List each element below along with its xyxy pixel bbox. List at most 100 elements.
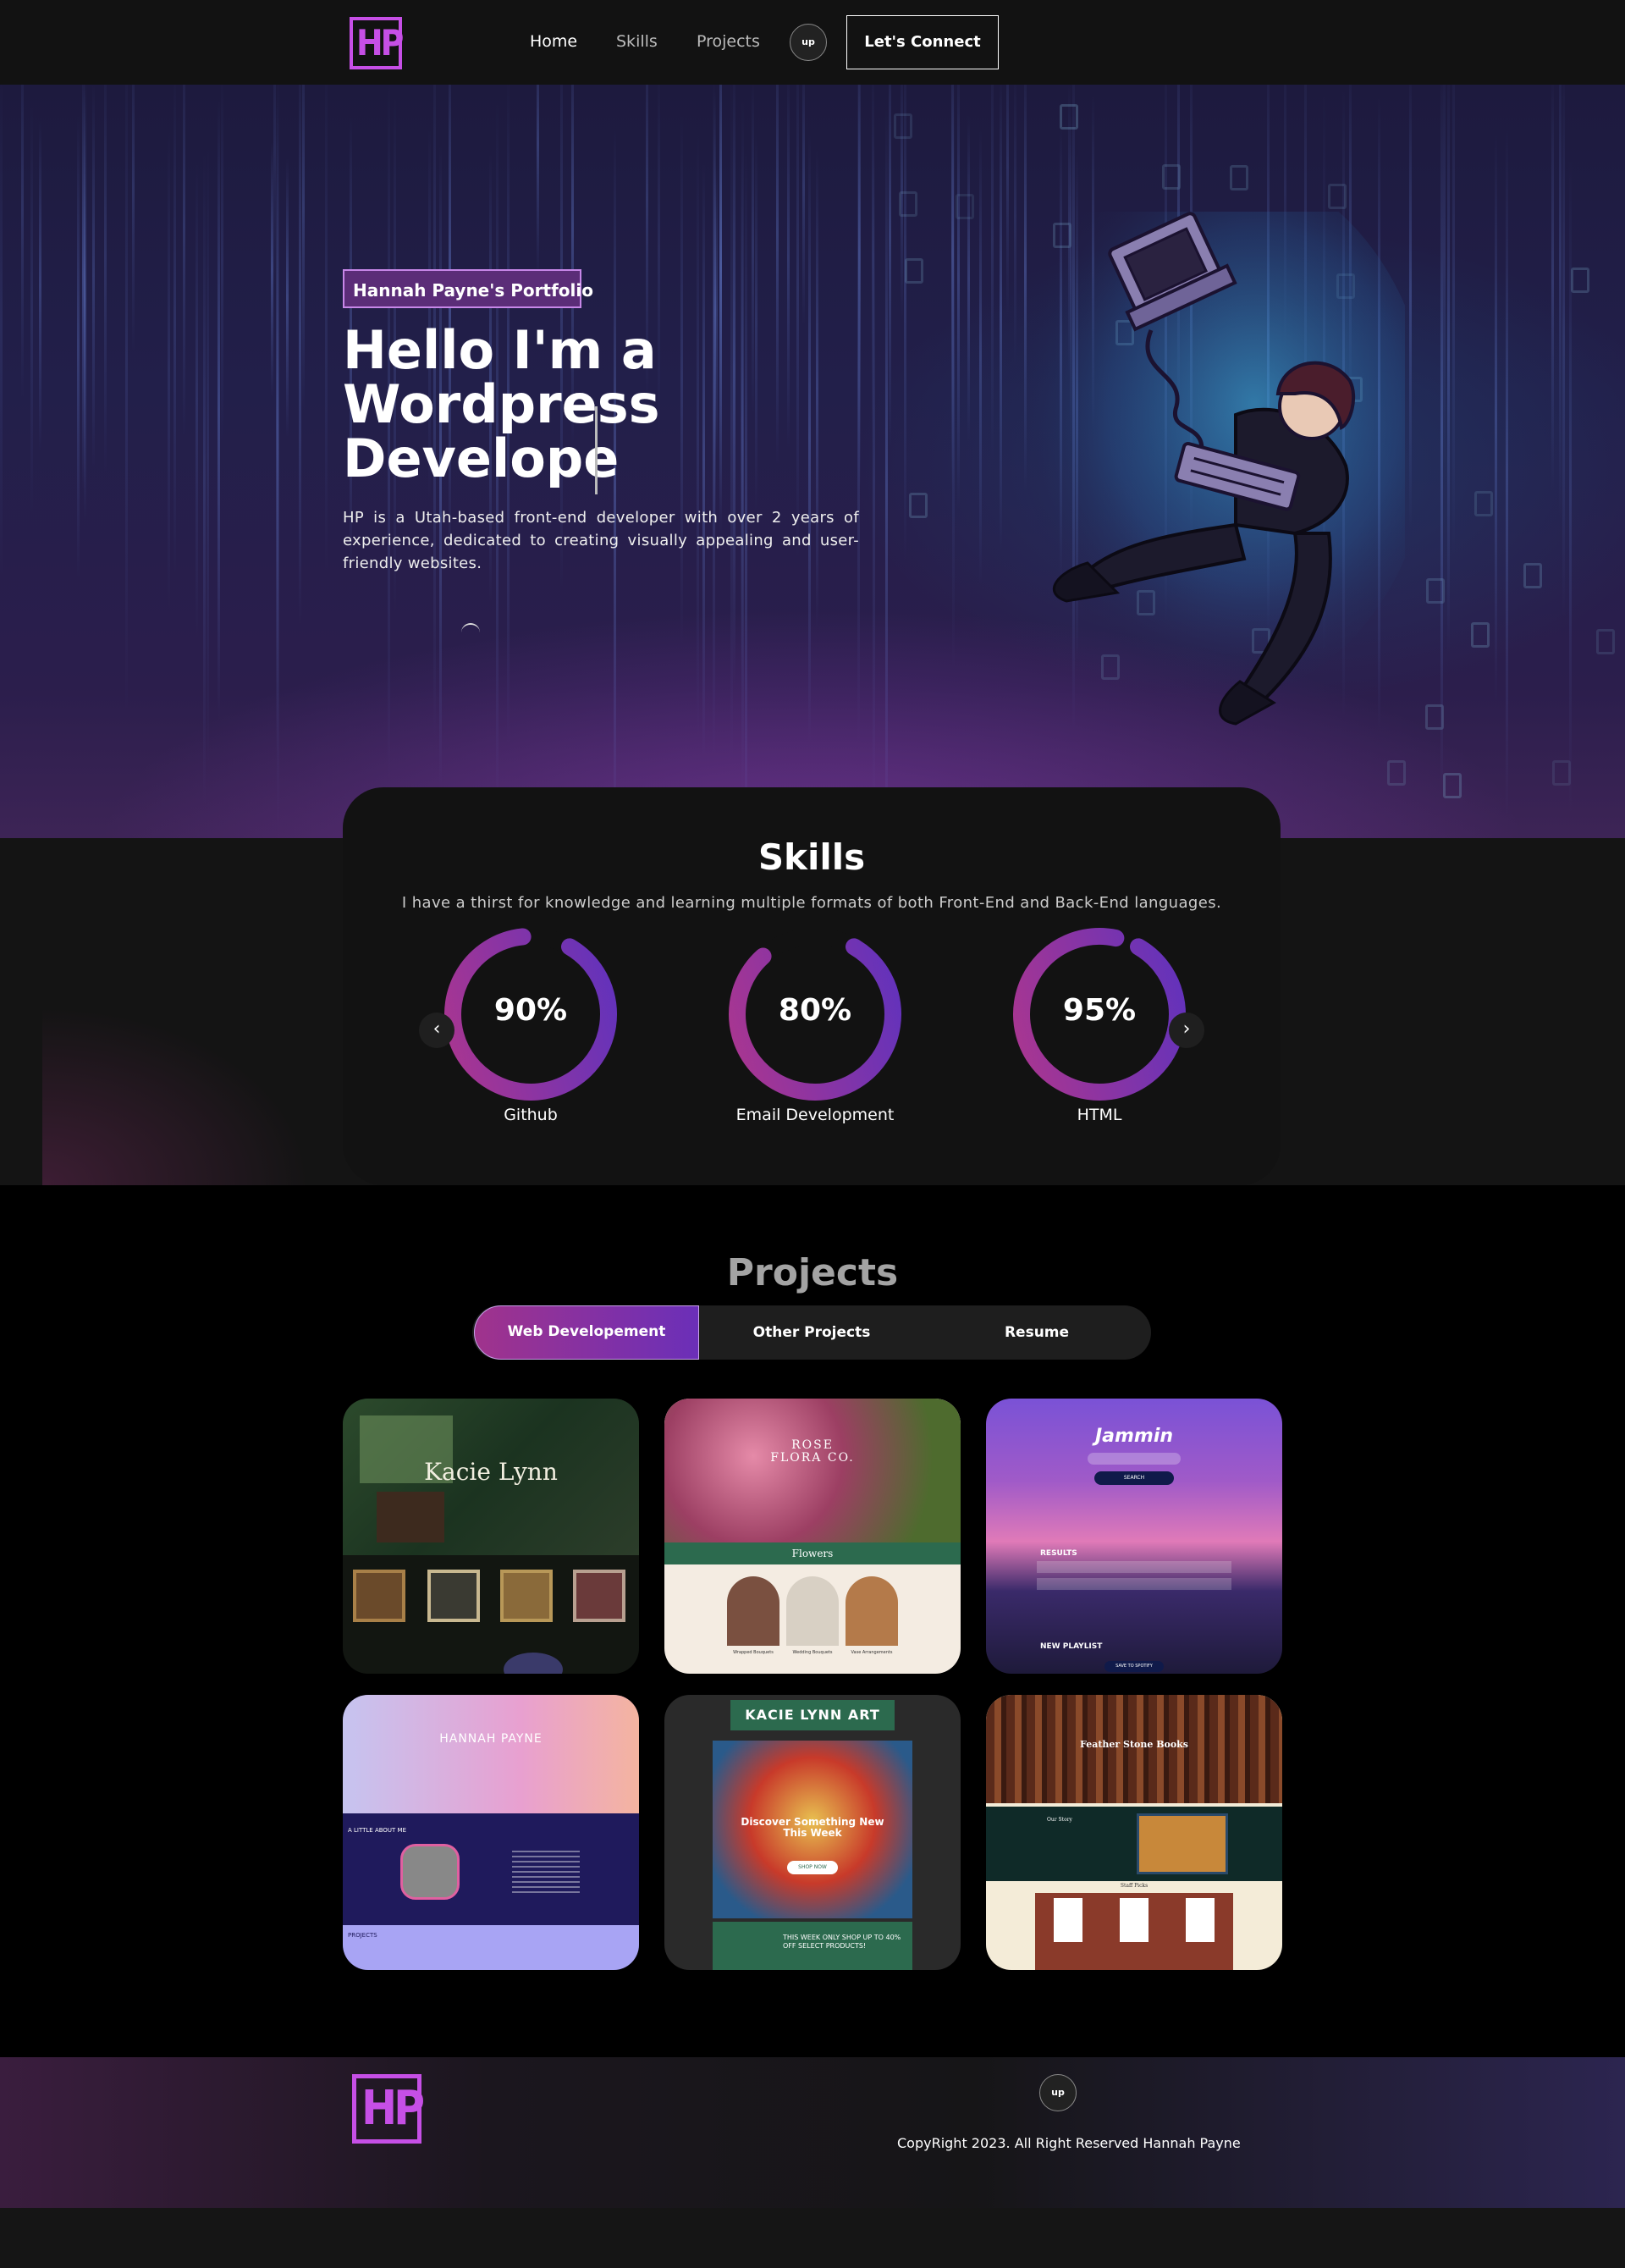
matrix-streak — [82, 85, 85, 491]
matrix-glyph — [1474, 491, 1493, 516]
thumb-product-image — [786, 1576, 839, 1646]
thumb-art-frame — [353, 1570, 405, 1622]
thumb-headline: Discover Something New This Week — [741, 1816, 884, 1839]
matrix-streak — [1452, 85, 1455, 557]
matrix-streak — [77, 115, 80, 578]
thumb-shop-button: SHOP NOW — [787, 1861, 838, 1874]
thumb-result-row — [1037, 1561, 1231, 1573]
matrix-streak — [1447, 85, 1450, 655]
hp-logo[interactable]: HP — [350, 17, 404, 69]
matrix-streak — [1569, 157, 1572, 817]
nav-skills-link[interactable]: Skills — [616, 32, 658, 51]
matrix-streak — [1495, 134, 1497, 702]
skill-percent: 80% — [778, 993, 852, 1028]
matrix-glyph — [894, 113, 912, 139]
thumb-story-section — [986, 1807, 1282, 1881]
projects-title: Projects — [726, 1251, 899, 1294]
matrix-streak — [286, 158, 289, 438]
matrix-glyph — [1571, 268, 1589, 293]
matrix-glyph — [1596, 629, 1615, 654]
thumb-art-frame — [427, 1570, 480, 1622]
matrix-streak — [21, 85, 24, 399]
lets-connect-button[interactable]: Let's Connect — [846, 15, 999, 69]
tab-resume[interactable]: Resume — [924, 1305, 1149, 1360]
hero-heading-line: Hello I'm a — [343, 319, 657, 381]
carousel-prev-button[interactable]: ‹ — [419, 1013, 454, 1048]
scroll-up-button[interactable]: up — [790, 24, 827, 61]
thumb-title: ROSE FLORA CO. — [770, 1438, 855, 1465]
typing-cursor — [595, 406, 598, 494]
project-thumb-rose-flora[interactable]: ROSE FLORA CO. Flowers Wrapped Bouquets … — [664, 1399, 961, 1674]
footer: HP up CopyRight 2023. All Right Reserved… — [0, 2057, 1625, 2208]
project-thumb-jammin[interactable]: Jammin SEARCH RESULTS NEW PLAYLIST SAVE … — [986, 1399, 1282, 1674]
skill-ring-github: 90% — [442, 925, 620, 1103]
logo-text: HP — [356, 22, 404, 63]
matrix-streak — [302, 85, 305, 412]
thumb-hero-image — [664, 1399, 961, 1542]
thumb-playlist-label: NEW PLAYLIST — [1040, 1642, 1103, 1651]
thumb-search-button: SEARCH — [1094, 1471, 1174, 1485]
matrix-streak — [276, 97, 278, 754]
matrix-streak — [872, 85, 874, 454]
matrix-glyph — [1230, 165, 1248, 190]
matrix-streak — [183, 85, 185, 437]
thumb-projects-strip — [343, 1925, 639, 1970]
matrix-streak — [207, 144, 209, 768]
skill-ring-email-development: 80% — [726, 925, 904, 1103]
matrix-streak — [325, 85, 328, 574]
carousel-next-button[interactable]: › — [1169, 1013, 1204, 1048]
matrix-glyph — [1523, 563, 1542, 588]
matrix-streak — [132, 85, 135, 351]
portfolio-badge: Hannah Payne's Portfolio — [343, 269, 593, 308]
matrix-glyph — [1552, 760, 1571, 786]
matrix-streak — [1562, 85, 1565, 619]
thumb-profile-photo — [400, 1844, 460, 1900]
matrix-glyph — [905, 258, 923, 284]
project-thumb-kacie-lynn[interactable]: Kacie Lynn — [343, 1399, 639, 1674]
nav-home-link[interactable]: Home — [530, 32, 577, 51]
thumb-result-row — [1037, 1578, 1231, 1590]
matrix-glyph — [1387, 760, 1406, 786]
project-thumb-kacie-lynn-art[interactable]: KACIE LYNN ART Discover Something New Th… — [664, 1695, 961, 1970]
matrix-glyph — [899, 191, 917, 217]
tab-web-development[interactable]: Web Developement — [474, 1305, 699, 1360]
footer-scroll-up-button[interactable]: up — [1039, 2074, 1077, 2111]
thumb-story-label: Our Story — [1047, 1817, 1072, 1823]
thumb-section-label: Flowers — [664, 1542, 961, 1564]
matrix-streak — [203, 152, 206, 808]
matrix-streak — [196, 162, 198, 641]
thumb-title: Feather Stone Books — [1079, 1739, 1188, 1750]
thumb-hero-image — [343, 1695, 639, 1813]
nav-projects-link[interactable]: Projects — [697, 32, 760, 51]
scroll-indicator-icon[interactable] — [461, 623, 480, 642]
matrix-streak — [299, 85, 301, 626]
matrix-streak — [745, 150, 747, 838]
matrix-streak — [889, 85, 891, 447]
matrix-glyph — [909, 493, 928, 518]
skill-percent: 90% — [493, 993, 568, 1028]
thumb-storefront-image — [1137, 1813, 1228, 1874]
matrix-streak — [1559, 85, 1562, 521]
thumb-projects-label: PROJECTS — [348, 1932, 377, 1939]
matrix-streak — [221, 85, 223, 444]
matrix-streak — [857, 85, 860, 747]
project-thumb-hannah-payne[interactable]: HANNAH PAYNE A LITTLE ABOUT ME PROJECTS — [343, 1695, 639, 1970]
matrix-streak — [125, 85, 128, 715]
matrix-glyph — [1426, 578, 1445, 604]
project-thumb-feather-stone-books[interactable]: Feather Stone Books Our Story Staff Pick… — [986, 1695, 1282, 1970]
developer-illustration — [990, 212, 1405, 726]
thumb-title: HANNAH PAYNE — [439, 1732, 543, 1746]
thumb-product-image — [727, 1576, 779, 1646]
footer-hp-logo[interactable]: HP — [352, 2074, 425, 2144]
tab-other-projects[interactable]: Other Projects — [699, 1305, 924, 1360]
thumb-product-image — [846, 1576, 898, 1646]
matrix-streak — [537, 85, 539, 278]
skill-label: Email Development — [735, 1106, 895, 1124]
projects-tabs: Web Developement Other Projects Resume — [472, 1305, 1151, 1360]
thumb-results-label: RESULTS — [1040, 1549, 1077, 1558]
matrix-glyph — [1162, 164, 1181, 190]
thumb-art-frame — [573, 1570, 625, 1622]
thumb-product-label: Wrapped Bouquets — [733, 1650, 774, 1655]
thumb-search-field — [1088, 1453, 1181, 1465]
matrix-streak — [0, 85, 3, 578]
